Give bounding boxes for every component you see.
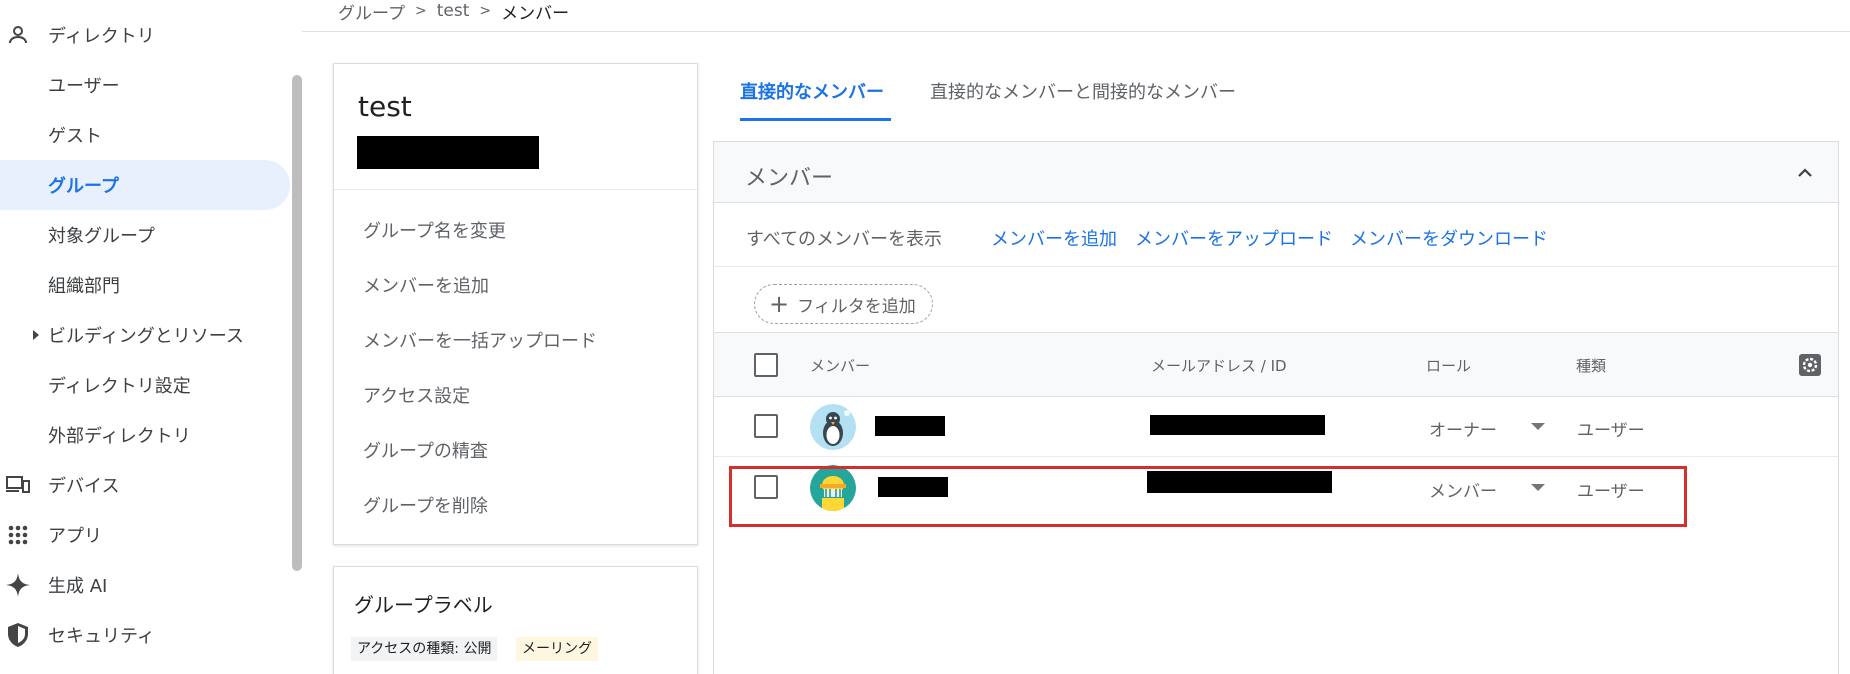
review-group-action[interactable]: グループの精査	[363, 437, 488, 463]
members-panel-header[interactable]: メンバー	[714, 142, 1838, 203]
sidebar-item-label: デバイス	[48, 476, 120, 497]
add-member-link[interactable]: メンバーを追加	[991, 225, 1117, 251]
person-icon	[4, 21, 32, 49]
breadcrumb-item-groups[interactable]: グループ	[338, 0, 405, 24]
sidebar-item-label: アプリ	[48, 526, 102, 547]
breadcrumb-item-current: メンバー	[501, 3, 570, 24]
row-checkbox[interactable]	[754, 414, 778, 438]
delete-group-action[interactable]: グループを削除	[363, 492, 488, 518]
penguin-avatar-icon	[810, 404, 856, 450]
sidebar-item-devices[interactable]: デバイス	[0, 460, 290, 510]
plus-icon: +	[769, 290, 790, 318]
group-labels-title: グループラベル	[354, 593, 493, 617]
column-header-type[interactable]: 種類	[1576, 355, 1606, 376]
sidebar-item-label: ディレクトリ	[48, 26, 155, 47]
role-dropdown-icon[interactable]	[1531, 423, 1545, 430]
sidebar-item-label: 対象グループ	[48, 226, 155, 247]
sidebar-item-directory-settings[interactable]: ディレクトリ設定	[0, 360, 290, 410]
sidebar-item-label: 組織部門	[48, 276, 120, 297]
rename-group-action[interactable]: グループ名を変更	[363, 217, 506, 243]
sidebar-item-label: ゲスト	[48, 126, 102, 147]
type-value: ユーザー	[1577, 421, 1645, 441]
members-actions-row: すべてのメンバーを表示 メンバーを追加 メンバーをアップロード メンバーをダウン…	[714, 203, 1838, 267]
filter-row: + フィルタを追加	[714, 267, 1838, 333]
sidebar-item-groups[interactable]: グループ	[0, 160, 290, 210]
sidebar-item-label: 生成 AI	[48, 576, 108, 597]
column-header-role[interactable]: ロール	[1426, 355, 1471, 376]
sidebar-item-external-directories[interactable]: 外部ディレクトリ	[0, 410, 290, 460]
members-table-header: メンバー メールアドレス / ID ロール 種類	[714, 333, 1838, 397]
column-settings-gear-icon[interactable]	[1798, 353, 1822, 377]
add-filter-button[interactable]: + フィルタを追加	[754, 284, 933, 324]
sidebar-item-security[interactable]: セキュリティ	[0, 610, 290, 660]
role-value[interactable]: オーナー	[1429, 416, 1497, 441]
table-row[interactable]: オーナー ユーザー	[714, 397, 1838, 457]
breadcrumb-separator: >	[479, 3, 492, 19]
show-all-members-label: すべてのメンバーを表示	[746, 229, 943, 250]
tab-direct-and-indirect-members[interactable]: 直接的なメンバーと間接的なメンバー	[930, 78, 1236, 104]
sidebar-item-label: セキュリティ	[48, 626, 155, 647]
members-panel-title: メンバー	[745, 166, 834, 191]
sidebar-scrollbar[interactable]	[292, 75, 302, 571]
sidebar-item-users[interactable]: ユーザー	[0, 60, 290, 110]
sidebar-item-label: ビルディングとリソース	[48, 326, 244, 347]
card-divider	[334, 189, 697, 190]
tab-direct-members[interactable]: 直接的なメンバー	[740, 78, 884, 104]
column-header-email[interactable]: メールアドレス / ID	[1151, 355, 1287, 376]
sparkle-icon	[4, 571, 32, 599]
group-labels-card: グループラベル アクセスの種類: 公開 メーリング	[333, 566, 698, 674]
select-all-checkbox[interactable]	[754, 353, 778, 377]
column-header-member[interactable]: メンバー	[810, 355, 870, 376]
sidebar-item-target-groups[interactable]: 対象グループ	[0, 210, 290, 260]
upload-members-link[interactable]: メンバーをアップロード	[1135, 225, 1333, 251]
sidebar-item-buildings-resources[interactable]: ビルディングとリソース	[0, 310, 290, 360]
redacted-group-email	[357, 136, 539, 169]
breadcrumb: グループ > test > メンバー	[338, 0, 570, 24]
sidebar: ディレクトリ ユーザー ゲスト グループ 対象グループ 組織部門 ビルディングと…	[0, 0, 302, 674]
caret-right-icon[interactable]	[33, 330, 39, 340]
sidebar-item-label: グループ	[48, 176, 119, 197]
apps-grid-icon	[4, 521, 32, 549]
mailing-chip: メーリング	[516, 637, 598, 661]
sidebar-item-guests[interactable]: ゲスト	[0, 110, 290, 160]
sidebar-item-org-units[interactable]: 組織部門	[0, 260, 290, 310]
sidebar-item-label: ディレクトリ設定	[48, 376, 191, 397]
active-tab-indicator	[740, 118, 891, 121]
breadcrumb-item-group[interactable]: test	[437, 1, 470, 21]
header-divider	[302, 31, 1850, 32]
access-type-chip: アクセスの種類: 公開	[351, 637, 498, 661]
shield-icon	[4, 621, 32, 649]
sidebar-item-apps[interactable]: アプリ	[0, 510, 290, 560]
sidebar-item-directory[interactable]: ディレクトリ	[0, 10, 290, 60]
sidebar-item-gen-ai[interactable]: 生成 AI	[0, 560, 290, 610]
sidebar-item-label: 外部ディレクトリ	[48, 426, 191, 447]
row-highlight-box	[729, 466, 1687, 527]
breadcrumb-separator: >	[414, 3, 427, 19]
add-member-action[interactable]: メンバーを追加	[363, 272, 489, 298]
group-info-card: test グループ名を変更 メンバーを追加 メンバーを一括アップロード アクセス…	[333, 63, 698, 545]
redacted-member-name	[875, 416, 945, 436]
members-panel: メンバー すべてのメンバーを表示 メンバーを追加 メンバーをアップロード メンバ…	[713, 141, 1839, 674]
redacted-member-email	[1150, 415, 1325, 435]
chevron-up-icon[interactable]	[1796, 164, 1814, 182]
bulk-upload-members-action[interactable]: メンバーを一括アップロード	[363, 327, 597, 353]
add-filter-label: フィルタを追加	[797, 296, 916, 317]
download-members-link[interactable]: メンバーをダウンロード	[1350, 225, 1548, 251]
devices-icon	[4, 471, 32, 499]
group-title: test	[358, 90, 412, 123]
access-settings-action[interactable]: アクセス設定	[363, 382, 470, 408]
sidebar-item-label: ユーザー	[48, 76, 120, 97]
